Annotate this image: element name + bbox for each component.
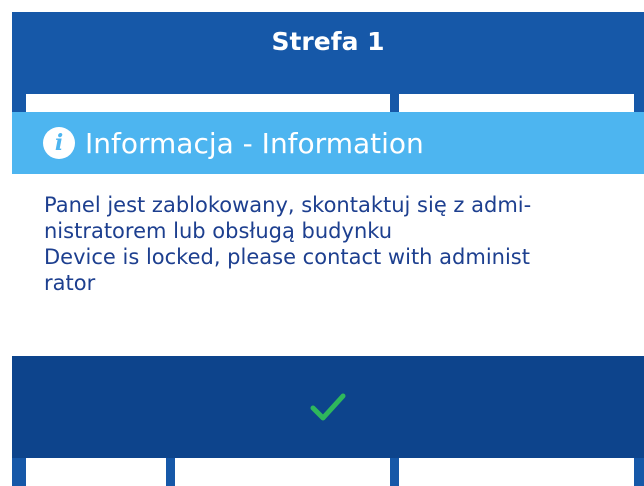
- dialog-message: Panel jest zablokowany, skontaktuj się z…: [44, 192, 634, 296]
- message-line: rator: [44, 271, 96, 295]
- zone-title: Strefa 1: [271, 26, 385, 56]
- zone-tile-bottom-1[interactable]: [26, 458, 166, 486]
- message-line: Panel jest zablokowany, skontaktuj się z…: [44, 193, 532, 217]
- checkmark-icon: [310, 393, 346, 421]
- info-dialog: i Informacja - Information Panel jest za…: [12, 112, 644, 458]
- dialog-title: Informacja - Information: [85, 126, 424, 160]
- info-icon: i: [43, 127, 75, 159]
- dialog-footer: [12, 356, 644, 458]
- message-line: nistratorem lub obsługą budynku: [44, 219, 393, 243]
- dialog-header: i Informacja - Information: [12, 112, 644, 174]
- message-line: Device is locked, please contact with ad…: [44, 245, 530, 269]
- confirm-button[interactable]: [288, 377, 368, 437]
- zone-tile-bottom-3[interactable]: [399, 458, 634, 486]
- zone-tile-bottom-2[interactable]: [175, 458, 390, 486]
